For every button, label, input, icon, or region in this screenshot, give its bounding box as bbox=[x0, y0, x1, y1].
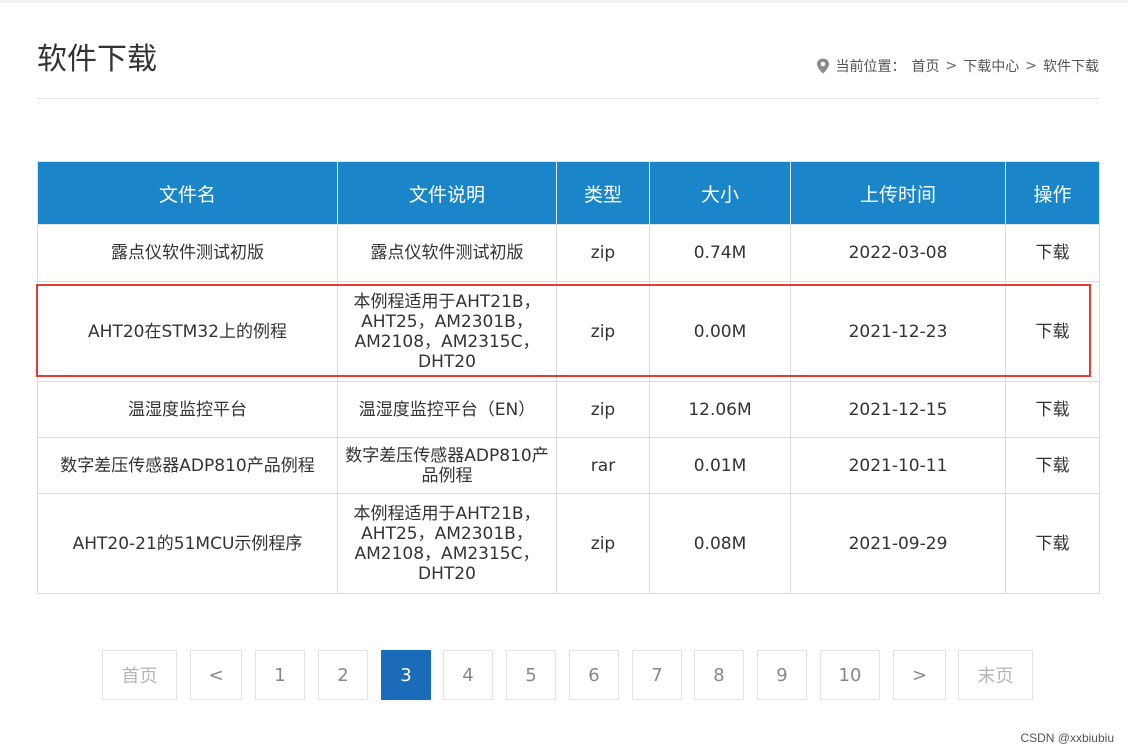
column-header-upload-time: 上传时间 bbox=[790, 161, 1006, 225]
location-label: 当前位置： bbox=[835, 59, 906, 75]
breadcrumb-home-link[interactable]: 首页 bbox=[912, 56, 940, 76]
cell-description: 露点仪软件测试初版 bbox=[337, 224, 557, 282]
cell-filename: 露点仪软件测试初版 bbox=[37, 224, 338, 282]
cell-type: zip bbox=[556, 493, 650, 594]
pagination-page-button[interactable]: 6 bbox=[569, 650, 619, 700]
cell-date: 2022-03-08 bbox=[790, 224, 1006, 282]
column-header-type: 类型 bbox=[556, 161, 650, 225]
pagination-page-button[interactable]: 10 bbox=[820, 650, 880, 700]
table-header-row: 文件名 文件说明 类型 大小 上传时间 操作 bbox=[37, 161, 1100, 225]
column-header-size: 大小 bbox=[649, 161, 791, 225]
cell-date: 2021-12-15 bbox=[790, 381, 1006, 438]
cell-type: rar bbox=[556, 437, 650, 494]
table-row: AHT20-21的51MCU示例程序 本例程适用于AHT21B，AHT25，AM… bbox=[37, 493, 1100, 594]
cell-size: 12.06M bbox=[649, 381, 791, 438]
table-row: 温湿度监控平台 温湿度监控平台（EN） zip 12.06M 2021-12-1… bbox=[37, 381, 1100, 438]
page-title: 软件下载 bbox=[37, 42, 157, 77]
download-link[interactable]: 下载 bbox=[1005, 493, 1100, 594]
pagination-last-button[interactable]: 末页 bbox=[958, 650, 1033, 700]
watermark: CSDN @xxbiubiu bbox=[1020, 731, 1114, 745]
table-row: 数字差压传感器ADP810产品例程 数字差压传感器ADP810产品例程 rar … bbox=[37, 437, 1100, 494]
cell-date: 2021-09-29 bbox=[790, 493, 1006, 594]
download-link[interactable]: 下载 bbox=[1005, 224, 1100, 282]
cell-type: zip bbox=[556, 224, 650, 282]
cell-filename: 数字差压传感器ADP810产品例程 bbox=[37, 437, 338, 494]
cell-type: zip bbox=[556, 381, 650, 438]
pagination-page-button[interactable]: 5 bbox=[506, 650, 556, 700]
cell-description: 数字差压传感器ADP810产品例程 bbox=[337, 437, 557, 494]
pagination-page-button[interactable]: 8 bbox=[694, 650, 744, 700]
breadcrumb: 当前位置： 首页 > 下载中心 > 软件下载 bbox=[816, 56, 1099, 76]
breadcrumb-download-center-link[interactable]: 下载中心 bbox=[963, 56, 1019, 76]
pagination-page-button[interactable]: 1 bbox=[255, 650, 305, 700]
cell-date: 2021-10-11 bbox=[790, 437, 1006, 494]
cell-type: zip bbox=[556, 281, 650, 382]
download-link[interactable]: 下载 bbox=[1005, 437, 1100, 494]
download-link[interactable]: 下载 bbox=[1005, 381, 1100, 438]
cell-filename: AHT20在STM32上的例程 bbox=[37, 281, 338, 382]
breadcrumb-separator: > bbox=[1025, 58, 1037, 74]
pagination-page-button[interactable]: 9 bbox=[757, 650, 807, 700]
pagination-first-button[interactable]: 首页 bbox=[102, 650, 177, 700]
cell-size: 0.01M bbox=[649, 437, 791, 494]
top-border bbox=[0, 0, 1128, 3]
table-row: AHT20在STM32上的例程 本例程适用于AHT21B，AHT25，AM230… bbox=[37, 281, 1100, 382]
file-table: 文件名 文件说明 类型 大小 上传时间 操作 露点仪软件测试初版 露点仪软件测试… bbox=[37, 161, 1100, 594]
pagination-page-button[interactable]: 4 bbox=[443, 650, 493, 700]
column-header-action: 操作 bbox=[1005, 161, 1100, 225]
column-header-filename: 文件名 bbox=[37, 161, 338, 225]
pagination-next-button[interactable]: > bbox=[893, 650, 946, 700]
pagination-current-page[interactable]: 3 bbox=[381, 650, 431, 700]
pagination-page-button[interactable]: 2 bbox=[318, 650, 368, 700]
cell-description: 本例程适用于AHT21B，AHT25，AM2301B，AM2108，AM2315… bbox=[337, 493, 557, 594]
breadcrumb-separator: > bbox=[945, 58, 958, 74]
breadcrumb-software-download-link[interactable]: 软件下载 bbox=[1043, 56, 1099, 76]
cell-size: 0.08M bbox=[649, 493, 791, 594]
pagination-page-button[interactable]: 7 bbox=[632, 650, 682, 700]
header-divider bbox=[37, 98, 1099, 99]
table-row: 露点仪软件测试初版 露点仪软件测试初版 zip 0.74M 2022-03-08… bbox=[37, 224, 1100, 282]
cell-filename: AHT20-21的51MCU示例程序 bbox=[37, 493, 338, 594]
cell-size: 0.00M bbox=[649, 281, 791, 382]
pagination-prev-button[interactable]: < bbox=[190, 650, 242, 700]
column-header-description: 文件说明 bbox=[337, 161, 557, 225]
download-link[interactable]: 下载 bbox=[1005, 281, 1100, 382]
map-pin-icon bbox=[816, 58, 830, 74]
cell-size: 0.74M bbox=[649, 224, 791, 282]
cell-description: 温湿度监控平台（EN） bbox=[337, 381, 557, 438]
cell-filename: 温湿度监控平台 bbox=[37, 381, 338, 438]
cell-description: 本例程适用于AHT21B，AHT25，AM2301B，AM2108，AM2315… bbox=[337, 281, 557, 382]
cell-date: 2021-12-23 bbox=[790, 281, 1006, 382]
